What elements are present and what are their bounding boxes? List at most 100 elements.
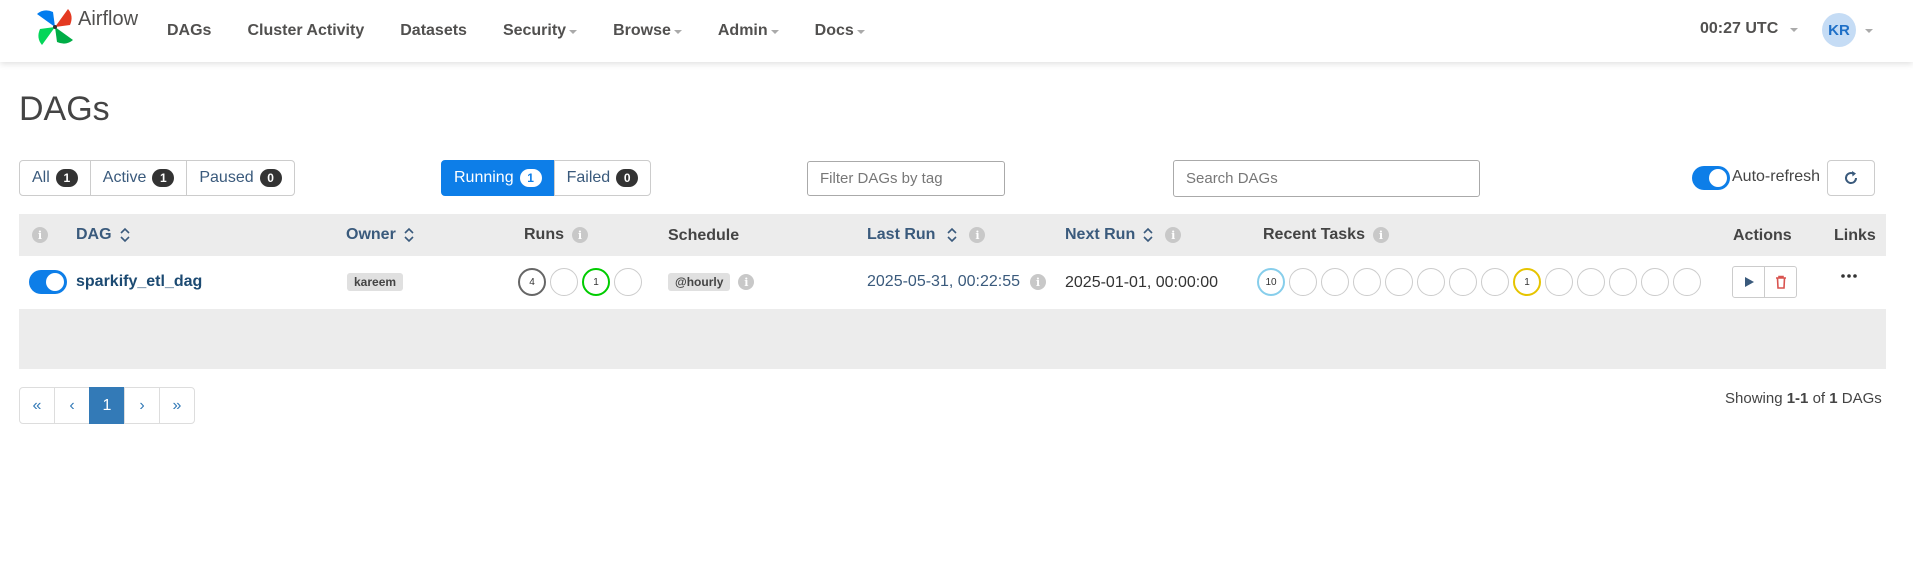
caret-down-icon: [1790, 28, 1799, 32]
current-page-button[interactable]: 1: [89, 387, 125, 424]
task-state-circle[interactable]: [1577, 268, 1605, 296]
info-icon[interactable]: i: [572, 227, 588, 243]
trigger-dag-button[interactable]: [1732, 266, 1765, 298]
run-state-circle[interactable]: [614, 268, 642, 296]
showing-prefix: Showing: [1725, 390, 1783, 407]
pagination: « ‹ 1 › »: [19, 387, 195, 424]
actions-group: [1732, 266, 1797, 298]
run-state-filter-group: Running 1 Failed 0: [441, 160, 652, 196]
filter-failed-button[interactable]: Failed 0: [553, 160, 652, 196]
info-icon[interactable]: i: [1030, 274, 1047, 290]
filter-paused-label: Paused: [199, 169, 254, 186]
top-navbar: Airflow DAGs Cluster Activity Datasets S…: [0, 0, 1913, 62]
filter-paused-button[interactable]: Paused 0: [186, 160, 295, 196]
header-info: i: [32, 227, 48, 243]
airflow-logo-icon: [37, 9, 73, 45]
filter-active-count: 1: [152, 169, 175, 187]
user-initials: KR: [1828, 21, 1850, 39]
filter-active-label: Active: [102, 169, 147, 186]
task-state-circle[interactable]: 1: [1513, 268, 1541, 296]
header-recent-tasks-label: Recent Tasks: [1263, 226, 1365, 243]
task-state-circle[interactable]: 10: [1257, 268, 1285, 296]
brand[interactable]: Airflow: [34, 6, 138, 48]
info-icon[interactable]: i: [738, 274, 755, 290]
table-row: sparkify_etl_dag kareem 41 @hourly i 202…: [19, 256, 1886, 309]
page-title: DAGs: [19, 90, 110, 128]
caret-down-icon: [673, 30, 682, 34]
dag-pause-toggle[interactable]: [29, 270, 67, 294]
filter-all-button[interactable]: All 1: [19, 160, 91, 196]
more-links-button[interactable]: [1841, 274, 1857, 278]
nav-datasets-label: Datasets: [400, 22, 467, 39]
filter-active-button[interactable]: Active 1: [89, 160, 188, 196]
filter-running-label: Running: [454, 169, 514, 186]
header-next-run[interactable]: Next Run i: [1065, 226, 1182, 244]
refresh-icon: [1845, 171, 1858, 184]
info-icon[interactable]: i: [1165, 227, 1182, 243]
sort-icon: [1143, 227, 1153, 243]
info-icon[interactable]: i: [969, 227, 986, 243]
nav-dags[interactable]: DAGs: [167, 22, 211, 40]
header-recent-tasks: Recent Tasks i: [1263, 226, 1389, 244]
brand-name: Airflow: [78, 7, 139, 30]
recent-tasks-cell: 10 1: [1257, 268, 1705, 296]
nav-admin-label: Admin: [717, 22, 768, 39]
dag-id-link[interactable]: sparkify_etl_dag: [76, 273, 202, 291]
task-state-circle[interactable]: [1545, 268, 1573, 296]
task-state-circle[interactable]: [1385, 268, 1413, 296]
prev-page-button[interactable]: ‹: [54, 387, 90, 424]
header-last-run-label: Last Run: [867, 226, 936, 243]
refresh-button[interactable]: [1827, 160, 1875, 196]
user-avatar[interactable]: KR: [1822, 13, 1856, 47]
header-runs-label: Runs: [524, 226, 564, 243]
run-state-circle[interactable]: 4: [518, 268, 546, 296]
task-state-circle[interactable]: [1353, 268, 1381, 296]
header-owner[interactable]: Owner: [346, 226, 414, 244]
info-icon[interactable]: i: [1372, 227, 1389, 243]
showing-summary: Showing 1-1 of 1 DAGs: [1725, 390, 1882, 407]
next-run-value: 2025-01-01, 00:00:00: [1065, 274, 1219, 291]
last-run-link[interactable]: 2025-05-31, 00:22:55: [867, 273, 1020, 291]
task-state-circle[interactable]: [1321, 268, 1349, 296]
header-dag-label: DAG: [76, 226, 112, 243]
delete-dag-button[interactable]: [1764, 266, 1797, 298]
owner-tag[interactable]: kareem: [347, 273, 404, 291]
search-dags-input[interactable]: [1173, 160, 1480, 197]
info-icon[interactable]: i: [32, 227, 48, 243]
nav-browse-label: Browse: [613, 22, 671, 39]
run-state-circle[interactable]: 1: [582, 268, 610, 296]
header-next-run-label: Next Run: [1065, 226, 1136, 243]
nav-security[interactable]: Security: [503, 22, 578, 40]
run-state-circle[interactable]: [550, 268, 578, 296]
showing-suffix: DAGs: [1841, 390, 1882, 407]
runs-cell: 41: [518, 268, 646, 296]
filter-running-button[interactable]: Running 1: [441, 160, 555, 196]
auto-refresh-toggle[interactable]: [1692, 166, 1730, 190]
nav-dags-label: DAGs: [167, 22, 212, 39]
task-state-circle[interactable]: [1289, 268, 1317, 296]
status-filter-group: All 1 Active 1 Paused 0: [19, 160, 295, 196]
nav-browse[interactable]: Browse: [613, 22, 682, 40]
nav-cluster-activity[interactable]: Cluster Activity: [247, 22, 364, 40]
header-dag[interactable]: DAG: [76, 226, 130, 244]
nav-datasets[interactable]: Datasets: [400, 22, 467, 40]
caret-down-icon[interactable]: [1865, 29, 1873, 33]
tag-filter-input[interactable]: [807, 161, 1005, 196]
task-state-circle[interactable]: [1641, 268, 1669, 296]
nav-docs[interactable]: Docs: [815, 22, 865, 40]
timezone-dropdown[interactable]: 00:27 UTC: [1700, 20, 1799, 38]
first-page-button[interactable]: «: [19, 387, 55, 424]
task-state-circle[interactable]: [1673, 268, 1701, 296]
task-state-circle[interactable]: [1449, 268, 1477, 296]
nav-admin[interactable]: Admin: [718, 22, 779, 40]
last-page-button[interactable]: »: [159, 387, 195, 424]
next-page-button[interactable]: ›: [124, 387, 160, 424]
filter-running-count: 1: [519, 169, 542, 187]
task-state-circle[interactable]: [1417, 268, 1445, 296]
filter-failed-label: Failed: [566, 169, 611, 186]
header-last-run[interactable]: Last Run i: [867, 226, 986, 244]
owner-cell: kareem: [347, 273, 404, 291]
task-state-circle[interactable]: [1609, 268, 1637, 296]
schedule-tag[interactable]: @hourly: [668, 273, 731, 291]
task-state-circle[interactable]: [1481, 268, 1509, 296]
